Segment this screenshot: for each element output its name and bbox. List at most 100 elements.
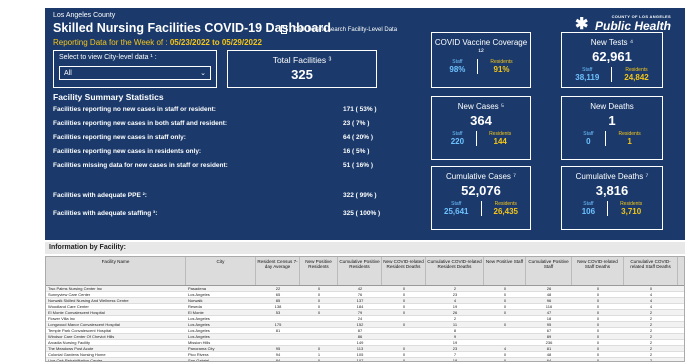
table-cell: 0 <box>317 292 321 297</box>
table-cell: 76 <box>357 292 363 297</box>
summary-row-label: Facilities reporting new cases in both s… <box>53 119 228 127</box>
table-cell: 0 <box>317 358 321 362</box>
facility-search-link[interactable]: Click here to search Facility-Level Data <box>281 25 397 34</box>
table-cell: 18 <box>452 358 458 362</box>
table-cell: 24 <box>357 316 363 321</box>
summary-row-value: 51 ( 16% ) <box>343 161 373 169</box>
city-filter: Select to view City-level data ¹ : All ⌄ <box>53 50 217 88</box>
staff-value: 25,641 <box>444 207 469 216</box>
table-cell: 0 <box>596 334 600 339</box>
residents-value: 24,842 <box>624 73 649 82</box>
staffing-row: Facilities with adequate staffing ³: 325 … <box>53 206 393 220</box>
column-header[interactable]: Cumulative COVID-related Resident Deaths <box>426 257 484 285</box>
column-header[interactable]: Cumulative Positive Staff <box>526 257 572 285</box>
table-cell: Panorama City <box>188 346 215 351</box>
table-cell: 0 <box>503 358 507 362</box>
staffing-label: Facilities with adequate staffing ³: <box>53 209 158 217</box>
summary-row-label: Facilities reporting new cases in reside… <box>53 147 202 155</box>
total-facilities-card: Total Facilities ³ 325 <box>227 50 377 88</box>
column-header[interactable]: Facility Name <box>46 257 186 285</box>
table-cell: Two Palms Nursing Center Inc <box>48 286 103 291</box>
table-cell <box>300 334 338 339</box>
column-header[interactable]: Cumulative Positive Residents <box>338 257 382 285</box>
new-cases-residents: Residents 144 <box>476 131 523 146</box>
table-cell: 23 <box>452 346 458 351</box>
table-cell: 47 <box>546 310 552 315</box>
new-deaths-split: Staff 0 Residents 1 <box>562 131 662 146</box>
column-header[interactable]: New Positive Residents <box>300 257 338 285</box>
table-cell: 11 <box>452 322 458 327</box>
table-cell: 107 <box>356 358 364 362</box>
table-cell: 48 <box>546 292 552 297</box>
staff-value: 98% <box>449 65 466 74</box>
new-tests-residents: Residents 24,842 <box>611 67 660 82</box>
table-cell: Norwalk <box>188 298 203 303</box>
table-cell: 8 <box>453 328 457 333</box>
new-deaths-card: New Deaths 1 Staff 0 Residents 1 <box>561 96 663 160</box>
table-body: Two Palms Nursing Center Inc Pasadena 22 0 4… <box>46 286 684 362</box>
table-cell: 0 <box>503 304 507 309</box>
column-header[interactable]: City <box>186 257 256 285</box>
new-deaths-value: 1 <box>608 113 616 128</box>
city-filter-label: Select to view City-level data ¹ : <box>59 54 157 61</box>
table-cell: Norwalk Skilled Nursing And Wellness Cen… <box>48 298 129 303</box>
table-cell: 26 <box>546 286 552 291</box>
table-cell: Los Angeles <box>188 292 210 297</box>
table-cell <box>484 328 526 333</box>
facility-table[interactable]: Facility Name City Resident Census 7-day A… <box>45 256 685 362</box>
vaccine-staff: Staff 98% <box>437 59 477 74</box>
table-cell: 2 <box>649 334 653 339</box>
column-header[interactable]: Cumulative COVID-related Staff Deaths <box>624 257 678 285</box>
bookmark-icon <box>281 25 287 34</box>
table-cell: Pico Rivera <box>188 352 209 357</box>
city-select[interactable]: All ⌄ <box>59 66 211 80</box>
table-cell <box>484 340 526 345</box>
city-select-value: All <box>64 69 72 77</box>
table-cell: 4 <box>649 298 653 303</box>
dashboard: Los Angeles County Skilled Nursing Facil… <box>0 0 690 362</box>
cumulative-deaths-title: Cumulative Deaths ⁷ <box>575 172 649 181</box>
table-cell: 138 <box>274 304 282 309</box>
table-cell: 0 <box>596 316 600 321</box>
table-cell: 23 <box>452 292 458 297</box>
table-cell: 0 <box>402 286 406 291</box>
table-cell: 42 <box>357 286 363 291</box>
column-header[interactable]: Resident Census 7-day Average <box>256 257 300 285</box>
table-row[interactable]: Live Oak Rehabilitation Center San Gabrie… <box>46 358 684 362</box>
table-cell: 19 <box>452 340 458 345</box>
table-cell: 0 <box>596 352 600 357</box>
table-cell: 0 <box>402 304 406 309</box>
table-cell: 53 <box>275 310 281 315</box>
table-cell: 87 <box>357 328 363 333</box>
table-cell: 0 <box>402 292 406 297</box>
cumulative-deaths-split: Staff 106 Residents 3,710 <box>562 201 662 216</box>
new-tests-value: 62,961 <box>592 49 632 64</box>
table-cell: San Gabriel <box>188 358 210 362</box>
residents-value: 144 <box>493 137 507 146</box>
summary-statistics: Facility Summary Statistics Facilities r… <box>53 88 393 220</box>
table-cell <box>382 340 426 345</box>
table-cell: The Meadows Post Acute <box>48 346 94 351</box>
column-header[interactable]: New COVID-related Staff Deaths <box>572 257 624 285</box>
table-cell <box>300 328 338 333</box>
table-cell <box>484 334 526 339</box>
column-header[interactable]: New COVID-related Resident Deaths <box>382 257 426 285</box>
cumulative-cases-staff: Staff 25,641 <box>432 201 480 216</box>
table-cell: 1 <box>317 352 321 357</box>
vaccine-split: Staff 98% Residents 91% <box>432 59 530 74</box>
table-cell: 95 <box>275 346 281 351</box>
table-cell: 0 <box>503 352 507 357</box>
cumulative-deaths-value: 3,816 <box>595 183 629 198</box>
summary-row: Facilities reporting new cases in reside… <box>53 144 393 158</box>
table-cell: Los Angeles <box>188 328 210 333</box>
table-cell: 0 <box>596 358 600 362</box>
column-header[interactable]: New Positive Staff <box>484 257 526 285</box>
table-cell: 65 <box>275 292 281 297</box>
chevron-down-icon: ⌄ <box>200 70 206 77</box>
new-cases-value: 364 <box>470 113 492 128</box>
top-panel: Los Angeles County Skilled Nursing Facil… <box>45 8 685 240</box>
table-cell: Live Oak Rehabilitation Center <box>48 358 103 362</box>
cumulative-cases-split: Staff 25,641 Residents 26,435 <box>432 201 530 216</box>
table-cell: 94 <box>275 352 281 357</box>
table-cell: 79 <box>357 310 363 315</box>
